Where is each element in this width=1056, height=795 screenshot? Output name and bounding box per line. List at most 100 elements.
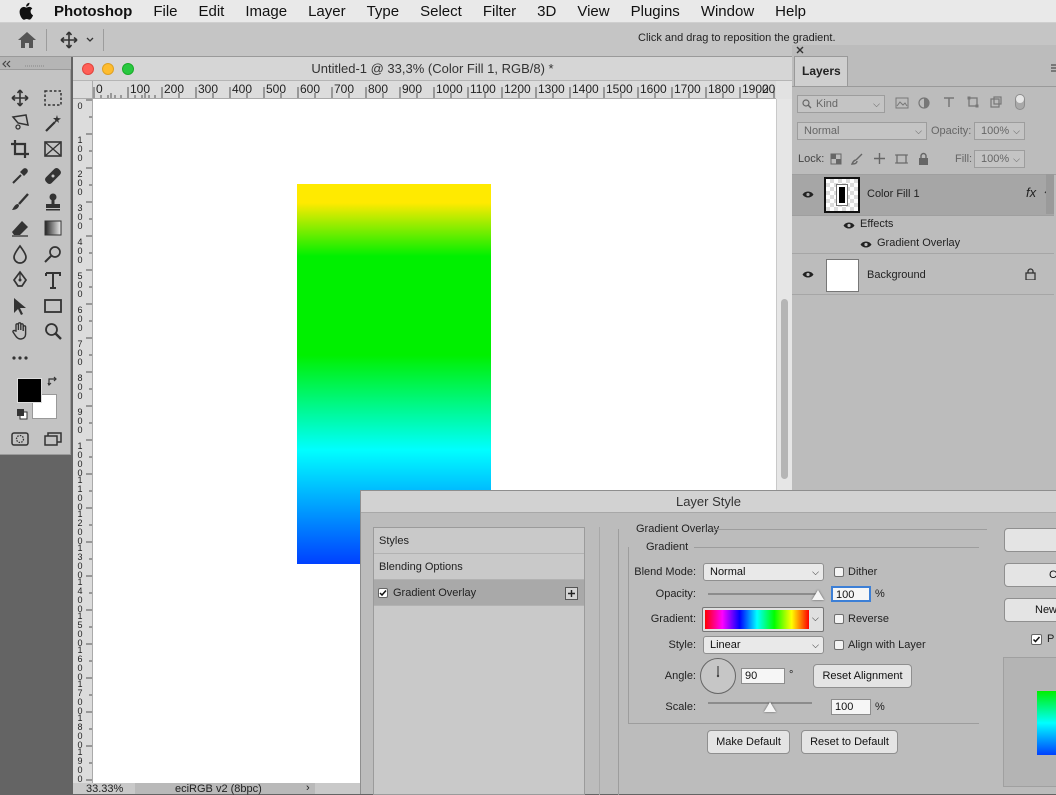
lock-transparent-pixels-icon[interactable] <box>830 153 842 165</box>
layer-row-background[interactable]: Background <box>792 255 1054 295</box>
healing-brush-tool-icon[interactable] <box>40 164 66 188</box>
ruler-origin[interactable] <box>73 81 93 99</box>
menu-edit[interactable]: Edit <box>199 3 225 20</box>
foreground-color-swatch[interactable] <box>17 378 42 403</box>
reset-to-default-button[interactable]: Reset to Default <box>801 730 898 754</box>
style-list-item-blending-options[interactable]: Blending Options <box>374 554 584 580</box>
type-tool-icon[interactable] <box>40 268 66 292</box>
layer-name[interactable]: Color Fill 1 <box>867 188 920 200</box>
zoom-window-button[interactable] <box>122 63 134 75</box>
lasso-tool-icon[interactable] <box>7 111 33 135</box>
visibility-eye-icon[interactable] <box>802 190 814 199</box>
make-default-button[interactable]: Make Default <box>707 730 790 754</box>
eyedropper-tool-icon[interactable] <box>7 164 33 188</box>
style-list-item-gradient-overlay[interactable]: Gradient Overlay <box>374 580 584 606</box>
menu-view[interactable]: View <box>577 3 609 20</box>
scrollbar-thumb[interactable] <box>781 299 788 479</box>
angle-dial[interactable] <box>700 658 736 694</box>
scale-slider-thumb[interactable] <box>764 702 777 712</box>
dodge-tool-icon[interactable] <box>40 242 66 266</box>
menu-help[interactable]: Help <box>775 3 806 20</box>
menu-file[interactable]: File <box>153 3 177 20</box>
lock-image-pixels-icon[interactable] <box>851 153 863 165</box>
menu-plugins[interactable]: Plugins <box>631 3 680 20</box>
lock-position-icon[interactable] <box>873 152 886 165</box>
layer-name[interactable]: Background <box>867 269 926 281</box>
zoom-tool-icon[interactable] <box>40 319 66 343</box>
screen-mode-icon[interactable] <box>40 427 66 451</box>
home-icon[interactable] <box>17 31 37 49</box>
menu-select[interactable]: Select <box>420 3 462 20</box>
clone-stamp-tool-icon[interactable] <box>40 190 66 214</box>
style-select[interactable]: Linear ⌵ <box>703 636 824 654</box>
opacity-slider[interactable] <box>708 593 818 595</box>
cancel-button[interactable]: C <box>1004 563 1056 587</box>
move-tool-preset-icon[interactable] <box>60 31 96 49</box>
minimize-window-button[interactable] <box>102 63 114 75</box>
effects-visibility-eye-icon[interactable] <box>843 221 855 230</box>
move-tool-icon[interactable] <box>7 86 33 110</box>
brush-tool-icon[interactable] <box>7 190 33 214</box>
layer-row-color-fill[interactable]: Color Fill 1 fx <box>792 174 1054 215</box>
layer-blend-mode-select[interactable]: Normal ⌵ <box>797 122 927 140</box>
layer-thumbnail[interactable] <box>824 177 860 213</box>
zoom-level[interactable]: 33.33% <box>86 783 123 795</box>
angle-input[interactable]: 90 <box>741 668 785 684</box>
filter-toggle-switch[interactable] <box>1015 94 1025 110</box>
blend-mode-select[interactable]: Normal ⌵ <box>703 563 824 581</box>
pen-tool-icon[interactable] <box>7 268 33 292</box>
ok-button[interactable] <box>1004 528 1056 552</box>
filter-adjustment-icon[interactable] <box>918 97 930 109</box>
reset-alignment-button[interactable]: Reset Alignment <box>813 664 912 688</box>
close-window-button[interactable] <box>82 63 94 75</box>
menu-app-photoshop[interactable]: Photoshop <box>54 3 132 20</box>
menu-type[interactable]: Type <box>367 3 400 20</box>
new-style-button[interactable]: New <box>1004 598 1056 622</box>
menu-window[interactable]: Window <box>701 3 754 20</box>
align-with-layer-checkbox[interactable] <box>834 640 844 650</box>
reverse-checkbox[interactable] <box>834 614 844 624</box>
quick-mask-icon[interactable] <box>7 427 33 451</box>
menu-layer[interactable]: Layer <box>308 3 346 20</box>
menu-image[interactable]: Image <box>245 3 287 20</box>
horizontal-ruler[interactable]: 0 100 200 300 400 500 600 700 800 900 10… <box>93 81 776 99</box>
gradient-tool-icon[interactable] <box>40 216 66 240</box>
fill-field[interactable]: 100% ⌵ <box>974 150 1025 168</box>
vertical-ruler[interactable]: 0 100 200 300 400 500 600 700 800 900 10… <box>73 99 93 783</box>
filter-smart-object-icon[interactable] <box>990 96 1002 108</box>
gradient-overlay-checkbox[interactable] <box>378 588 388 598</box>
menu-3d[interactable]: 3D <box>537 3 556 20</box>
filter-pixel-icon[interactable] <box>895 97 909 109</box>
scale-input[interactable]: 100 <box>831 699 871 715</box>
panel-menu-icon[interactable] <box>1051 63 1056 73</box>
filter-shape-icon[interactable] <box>967 96 979 108</box>
frame-tool-icon[interactable] <box>40 137 66 161</box>
lock-artboard-icon[interactable] <box>895 153 908 165</box>
gradient-overlay-effect-row[interactable]: Gradient Overlay <box>792 234 1054 254</box>
color-profile[interactable]: eciRGB v2 (8bpc) <box>175 783 262 795</box>
apple-icon[interactable] <box>19 2 39 20</box>
opacity-input[interactable]: 100 <box>831 586 871 602</box>
menu-filter[interactable]: Filter <box>483 3 516 20</box>
close-panel-icon[interactable] <box>796 46 804 54</box>
dither-checkbox[interactable] <box>834 567 844 577</box>
blur-tool-icon[interactable] <box>7 242 33 266</box>
tab-layers[interactable]: Layers <box>794 56 848 86</box>
fx-badge[interactable]: fx <box>1026 185 1036 200</box>
add-effect-icon[interactable] <box>565 587 578 600</box>
swap-colors-icon[interactable] <box>47 376 59 388</box>
layer-filter-kind-select[interactable]: Kind ⌵ <box>797 95 885 113</box>
status-menu-arrow-icon[interactable]: › <box>306 782 310 794</box>
more-tools-icon[interactable] <box>7 346 33 370</box>
path-selection-tool-icon[interactable] <box>7 294 33 318</box>
layer-opacity-field[interactable]: 100% ⌵ <box>974 122 1025 140</box>
lock-all-icon[interactable] <box>918 152 929 165</box>
effects-row[interactable]: Effects <box>792 216 1054 234</box>
visibility-eye-icon[interactable] <box>802 270 814 279</box>
hand-tool-icon[interactable] <box>7 319 33 343</box>
gradient-preview-swatch[interactable] <box>705 610 809 629</box>
crop-tool-icon[interactable] <box>7 137 33 161</box>
gradient-overlay-visibility-eye-icon[interactable] <box>860 240 872 249</box>
gradient-dropdown-icon[interactable]: ⌵ <box>812 613 819 624</box>
lock-icon[interactable] <box>1025 268 1036 280</box>
